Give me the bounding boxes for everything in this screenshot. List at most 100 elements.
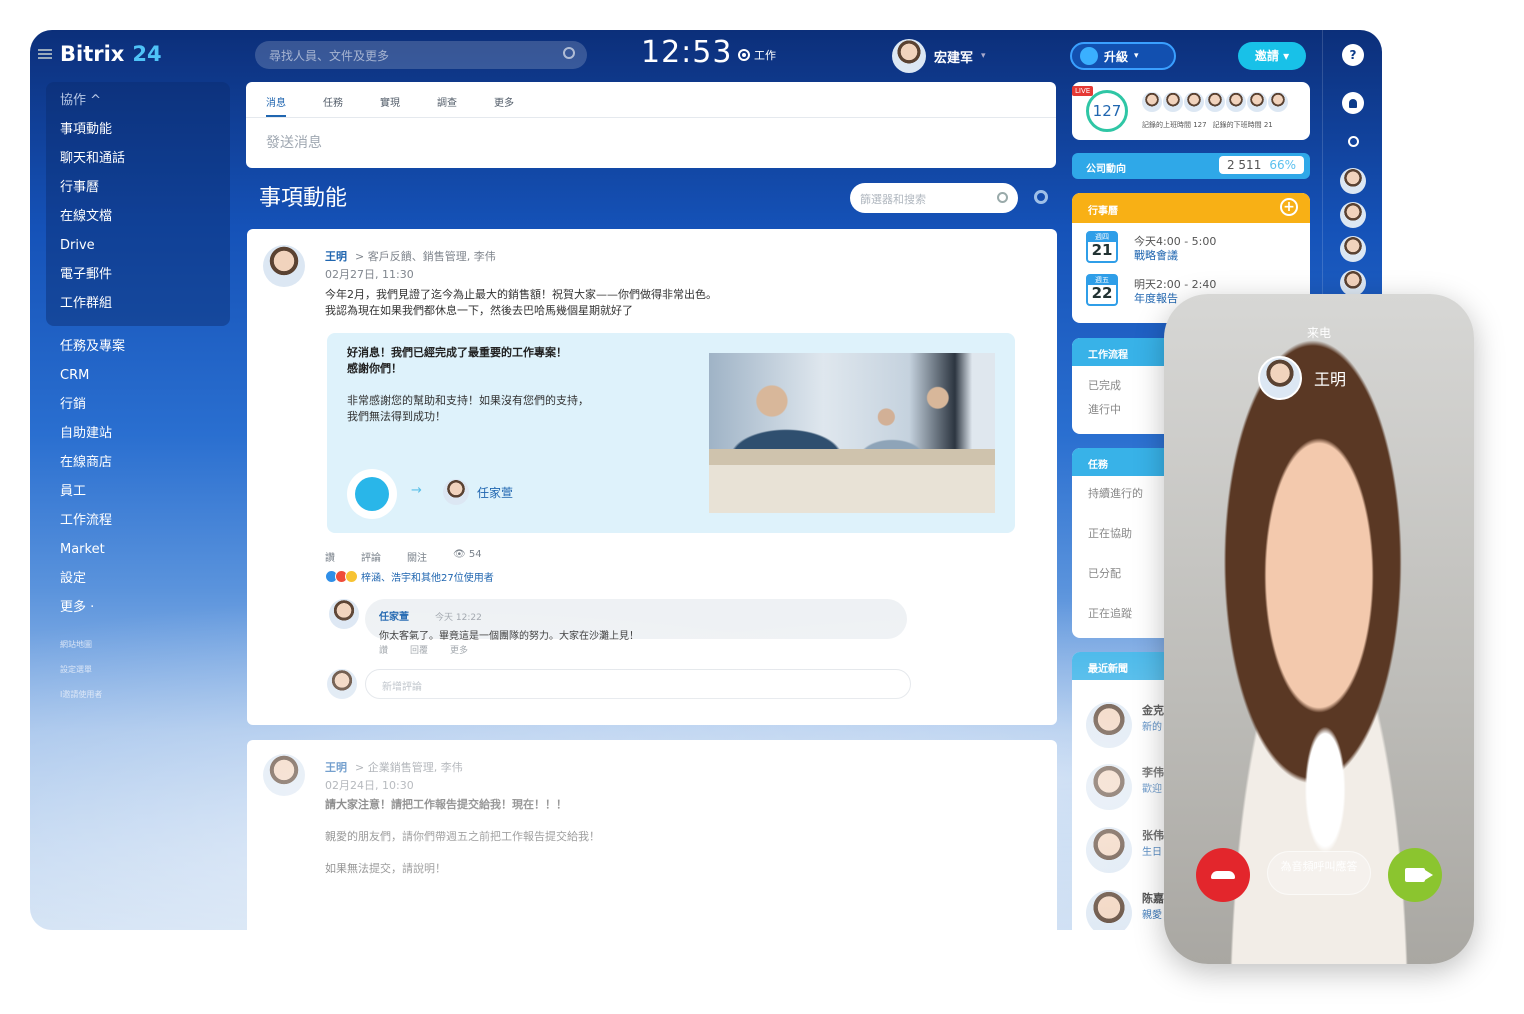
sidebar-item-settings[interactable]: 設定 <box>46 564 230 593</box>
post-author[interactable]: 王明 <box>325 759 347 775</box>
clock[interactable]: 12:53 <box>641 35 732 70</box>
sidebar-item-feed[interactable]: 事項動能 <box>46 115 230 144</box>
logo-text: Bitrix <box>60 42 125 66</box>
comment-author[interactable]: 任家萱 <box>379 612 409 623</box>
smile-icon <box>345 570 358 583</box>
user-menu[interactable]: 宏建军 ▾ <box>892 39 986 73</box>
tab-message[interactable]: 消息 <box>266 94 286 117</box>
message-input[interactable]: 發送消息 <box>246 118 1056 152</box>
global-search-input[interactable]: 尋找人員、文件及更多 <box>255 41 587 69</box>
calendar-event[interactable]: 週四 21 今天4:00 - 5:00 戰略會議 <box>1072 223 1310 266</box>
checkout-text: 記錄的下班時間 21 <box>1212 121 1273 129</box>
company-pulse-widget[interactable]: 公司動向 2 511 66% <box>1072 153 1310 179</box>
sidebar-item-sites[interactable]: 自助建站 <box>46 419 230 448</box>
answer-audio-button[interactable]: 為音頻呼叫應答 <box>1267 851 1371 895</box>
sidebar-item-store[interactable]: 在線商店 <box>46 448 230 477</box>
tab-appreciation[interactable]: 實現 <box>380 94 400 117</box>
avatar <box>443 479 469 505</box>
add-event-icon[interactable]: + <box>1280 198 1298 216</box>
sidebar-item-employees[interactable]: 員工 <box>46 477 230 506</box>
sidebar-item-chat[interactable]: 聊天和通話 <box>46 144 230 173</box>
invite-label: 邀請 <box>1254 49 1279 63</box>
sidebar-item-docs[interactable]: 在線文檔 <box>46 202 230 231</box>
post-line: 今年2月，我們見證了迄今為止最大的銷售額！祝賀大家——你們做得非常出色。 <box>325 288 717 301</box>
attendee-avatars <box>1142 92 1289 112</box>
date-badge: 週四 21 <box>1086 231 1118 263</box>
sidebar-item-email[interactable]: 電子郵件 <box>46 260 230 289</box>
sidebar-item-tasks[interactable]: 任務及專案 <box>46 332 230 361</box>
news-text: 新的 <box>1142 722 1162 733</box>
feed-post: 王明 > 客戶反饋、銷售管理, 李伟 02月27日, 11:30 今年2月，我們見… <box>247 229 1057 725</box>
tab-task[interactable]: 任務 <box>323 94 343 117</box>
tab-more[interactable]: 更多 <box>494 94 514 117</box>
avatar <box>1268 92 1288 112</box>
event-name[interactable]: 年度報告 <box>1134 290 1178 306</box>
like-button[interactable]: 讚 <box>325 549 335 564</box>
sidebar-item-workgroups[interactable]: 工作群組 <box>46 289 230 318</box>
event-name[interactable]: 戰略會議 <box>1134 247 1178 263</box>
filter-search-input[interactable]: 篩選器和搜索 <box>850 183 1018 213</box>
left-sidebar: 協作 ^ 事項動能 聊天和通話 行事曆 在線文檔 Drive 電子郵件 工作群組… <box>46 82 230 707</box>
bell-icon[interactable] <box>1342 92 1364 114</box>
upgrade-button[interactable]: 升級 ▾ <box>1070 42 1176 70</box>
avatar[interactable] <box>1340 270 1366 296</box>
appreciation-recipient[interactable]: 任家萱 <box>443 479 513 505</box>
comment-reply-button[interactable]: 回覆 <box>410 643 428 656</box>
appreciation-line: 我們無法得到成功！ <box>347 410 446 423</box>
news-item[interactable]: 张伟 生日 <box>1086 827 1164 873</box>
sidebar-group-label[interactable]: 協作 ^ <box>46 86 230 115</box>
post-date[interactable]: 02月27日, 11:30 <box>325 266 414 282</box>
upgrade-label: 升級 <box>1104 49 1129 64</box>
sidebar-item-market[interactable]: Market <box>46 535 230 564</box>
incoming-call-window: 来电 王明 為音頻呼叫應答 <box>1164 294 1474 964</box>
follow-button[interactable]: 關注 <box>407 549 427 564</box>
avatar <box>327 669 357 699</box>
post-destination[interactable]: > 企業銷售管理, 李伟 <box>355 759 463 775</box>
avatar[interactable] <box>1340 168 1366 194</box>
search-icon[interactable] <box>563 47 575 59</box>
sidebar-link-invite[interactable]: I邀請使用者 <box>46 682 230 707</box>
sidebar-link-sitemap[interactable]: 網站地圖 <box>46 632 230 657</box>
decline-call-button[interactable] <box>1196 848 1250 902</box>
sidebar-link-menu-settings[interactable]: 設定選單 <box>46 657 230 682</box>
avatar[interactable] <box>1340 236 1366 262</box>
top-bar: Bitrix 24 尋找人員、文件及更多 12:53 工作 宏建军 ▾ 升級 ▾ 邀… <box>30 30 1382 80</box>
reactions-summary[interactable]: 梓涵、浩宇和其他27位使用者 <box>325 569 494 584</box>
avatar[interactable] <box>329 599 359 629</box>
sidebar-item-crm[interactable]: CRM <box>46 361 230 390</box>
post-author[interactable]: 王明 <box>325 248 347 264</box>
live-attendance-widget[interactable]: LIVE 127 記錄的上班時間 127 記錄的下班時間 21 <box>1072 82 1310 140</box>
new-comment-input[interactable]: 新增評論 <box>365 669 911 699</box>
search-icon[interactable] <box>1342 130 1364 152</box>
news-item[interactable]: 陈嘉 親愛 <box>1086 890 1164 930</box>
news-item[interactable]: 金克 新的 <box>1086 702 1164 748</box>
sidebar-item-workflows[interactable]: 工作流程 <box>46 506 230 535</box>
tab-poll[interactable]: 調查 <box>437 94 457 117</box>
news-text: 親愛 <box>1142 910 1162 921</box>
post-date[interactable]: 02月24日, 10:30 <box>325 777 414 793</box>
calendar-header: 行事曆 + <box>1072 193 1310 223</box>
menu-icon[interactable] <box>38 49 52 59</box>
invite-button[interactable]: 邀請 ▾ <box>1238 42 1306 70</box>
sidebar-item-more[interactable]: 更多 · <box>46 593 230 622</box>
gear-icon[interactable] <box>1034 190 1048 204</box>
avatar <box>1086 827 1132 873</box>
avatar[interactable] <box>263 754 305 796</box>
news-author: 李伟 <box>1142 766 1164 779</box>
comment-more-button[interactable]: 更多 <box>450 643 468 656</box>
sidebar-item-marketing[interactable]: 行銷 <box>46 390 230 419</box>
news-author: 张伟 <box>1142 829 1164 842</box>
work-status[interactable]: 工作 <box>738 47 776 63</box>
search-placeholder: 尋找人員、文件及更多 <box>269 49 390 63</box>
avatar[interactable] <box>263 245 305 287</box>
answer-video-button[interactable] <box>1388 848 1442 902</box>
comment-like-button[interactable]: 讚 <box>379 643 388 656</box>
avatar[interactable] <box>1340 202 1366 228</box>
post-destination[interactable]: > 客戶反饋、銷售管理, 李伟 <box>355 248 496 264</box>
sidebar-item-calendar[interactable]: 行事曆 <box>46 173 230 202</box>
comment-button[interactable]: 評論 <box>361 549 381 564</box>
sidebar-item-drive[interactable]: Drive <box>46 231 230 260</box>
search-icon[interactable] <box>997 192 1008 203</box>
logo[interactable]: Bitrix 24 <box>38 42 162 66</box>
news-item[interactable]: 李伟 歡迎 <box>1086 764 1164 810</box>
